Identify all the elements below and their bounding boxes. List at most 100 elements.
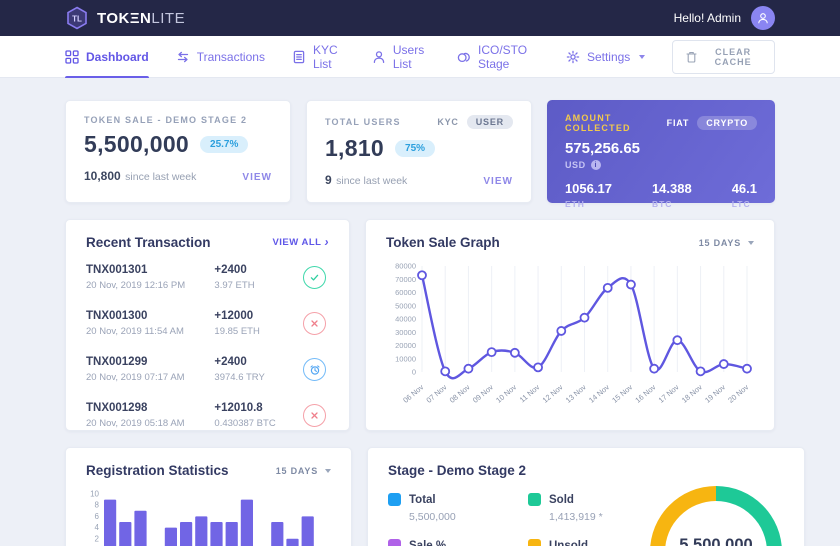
stats-row: TOKEN SALE - DEMO STAGE 2 5,500,000 25.7… [65, 100, 775, 203]
table-row[interactable]: TNX001298 20 Nov, 2019 05:18 AM +12010.8… [86, 392, 329, 438]
legend-swatch-sold [528, 493, 541, 506]
svg-text:18 Nov: 18 Nov [680, 382, 704, 404]
legend-swatch-sale-pct [388, 539, 401, 546]
user-icon [372, 50, 386, 64]
clear-cache-button[interactable]: CLEAR CACHE [672, 40, 775, 74]
middle-row: Recent Transaction VIEW ALL TNX001301 20… [65, 219, 775, 431]
svg-text:6: 6 [95, 512, 100, 521]
status-rejected-icon[interactable] [303, 312, 326, 335]
user-toggle[interactable]: USER [467, 115, 513, 129]
tab-label: Dashboard [86, 50, 149, 64]
status-rejected-icon[interactable] [303, 404, 326, 427]
view-all-label: VIEW ALL [272, 237, 321, 248]
svg-text:07 Nov: 07 Nov [425, 382, 449, 404]
person-icon [756, 11, 770, 25]
tab-label: Settings [587, 50, 630, 64]
tab-dashboard[interactable]: Dashboard [65, 36, 149, 77]
range-dropdown[interactable]: 15 DAYS [699, 238, 754, 248]
crypto-value: 46.1 [732, 181, 757, 196]
tx-id: TNX001301 [86, 264, 214, 276]
avatar[interactable] [751, 6, 775, 30]
legend-swatch-unsold [528, 539, 541, 546]
range-dropdown[interactable]: 15 DAYS [276, 466, 331, 476]
svg-text:09 Nov: 09 Nov [471, 382, 495, 404]
swap-arrows-icon [176, 50, 190, 64]
tx-amount: +12010.8 [214, 402, 303, 414]
tab-transactions[interactable]: Transactions [176, 36, 265, 77]
dashboard-content: TOKEN SALE - DEMO STAGE 2 5,500,000 25.7… [0, 78, 840, 546]
legend-item: Sale % 25.7% Sold [388, 539, 510, 546]
card-title: Recent Transaction [86, 235, 211, 250]
card-label: TOKEN SALE - DEMO STAGE 2 [84, 115, 247, 125]
table-row[interactable]: TNX001300 20 Nov, 2019 11:54 AM +12000 1… [86, 300, 329, 346]
svg-text:80000: 80000 [395, 262, 416, 271]
crypto-amount: 1056.17 ETH [565, 181, 612, 209]
tx-date: 20 Nov, 2019 11:54 AM [86, 326, 214, 337]
svg-text:08 Nov: 08 Nov [448, 382, 472, 404]
status-pending-clock-icon[interactable] [303, 358, 326, 381]
crypto-value: 1056.17 [565, 181, 612, 196]
coins-icon [457, 50, 471, 64]
crypto-amount: 14.388 BTC [652, 181, 692, 209]
info-icon[interactable] [591, 160, 601, 170]
tab-ico-sto-stage[interactable]: ICO/STO Stage [457, 36, 539, 77]
view-link[interactable]: VIEW [483, 176, 513, 187]
delta-note: since last week [125, 171, 196, 183]
view-link[interactable]: VIEW [242, 172, 272, 183]
total-users-card: TOTAL USERS KYC USER 1,810 75% 9 since l… [306, 100, 532, 203]
card-title: Registration Statistics [86, 463, 229, 478]
legend-label: Sold [549, 494, 574, 506]
svg-text:8: 8 [95, 501, 100, 510]
token-sale-card: TOKEN SALE - DEMO STAGE 2 5,500,000 25.7… [65, 100, 291, 203]
svg-text:TL: TL [72, 15, 82, 24]
chevron-right-icon [325, 236, 330, 249]
legend-item: Unsold 4,086,082 [528, 539, 650, 546]
brand-logo[interactable]: TL TOKΞNLITE [65, 6, 185, 30]
svg-text:16 Nov: 16 Nov [633, 382, 657, 404]
kyc-toggle[interactable]: KYC [437, 117, 458, 127]
legend-value: 1,413,919 * [549, 511, 650, 523]
svg-text:11 Nov: 11 Nov [518, 382, 542, 404]
table-row[interactable]: TNX001301 20 Nov, 2019 12:16 PM +2400 3.… [86, 254, 329, 300]
tx-currency: 19.85 ETH [214, 326, 303, 337]
card-title: Stage - Demo Stage 2 [388, 463, 526, 478]
svg-text:17 Nov: 17 Nov [657, 382, 681, 404]
status-confirmed-icon[interactable] [303, 266, 326, 289]
tx-date: 20 Nov, 2019 07:17 AM [86, 372, 214, 383]
svg-text:19 Nov: 19 Nov [703, 382, 727, 404]
token-sale-line-chart: 0100002000030000400005000060000700008000… [386, 258, 753, 424]
tx-currency: 3974.6 TRY [214, 372, 303, 383]
crypto-unit: LTC [732, 199, 757, 209]
svg-text:20000: 20000 [395, 341, 416, 350]
tx-amount: +2400 [214, 356, 303, 368]
fiat-toggle[interactable]: FIAT [667, 118, 690, 128]
tab-settings[interactable]: Settings [566, 36, 645, 77]
recent-transactions-card: Recent Transaction VIEW ALL TNX001301 20… [65, 219, 350, 431]
view-all-link[interactable]: VIEW ALL [272, 236, 329, 249]
card-label: TOTAL USERS [325, 117, 401, 127]
amount-value: 575,256.65 [565, 140, 757, 157]
svg-text:40000: 40000 [395, 315, 416, 324]
svg-text:06 Nov: 06 Nov [401, 382, 425, 404]
stage-summary-card: Stage - Demo Stage 2 Total 5,500,000 Sol… [367, 447, 805, 546]
tx-currency: 0.430387 BTC [214, 418, 303, 429]
card-label: AMOUNT COLLECTED [565, 113, 667, 133]
trash-icon [686, 51, 697, 63]
tab-kyc-list[interactable]: KYC List [292, 36, 345, 77]
crypto-toggle[interactable]: CRYPTO [697, 116, 757, 130]
bottom-row: Registration Statistics 15 DAYS 108642 S… [65, 447, 775, 546]
table-row[interactable]: TNX001299 20 Nov, 2019 07:17 AM +2400 39… [86, 346, 329, 392]
legend-item: Sold 1,413,919 * [528, 493, 650, 523]
tab-users-list[interactable]: Users List [372, 36, 430, 77]
stage-donut-chart: 5,500,000 TLE [650, 486, 782, 546]
document-list-icon [292, 50, 306, 64]
user-menu: Hello! Admin [674, 6, 775, 30]
donut-center-value: 5,500,000 [679, 536, 752, 546]
delta-value: 9 [325, 173, 332, 187]
tx-date: 20 Nov, 2019 12:16 PM [86, 280, 214, 291]
svg-text:4: 4 [95, 523, 100, 532]
delta-note: since last week [336, 175, 407, 187]
registration-bar-chart: 108642 [86, 486, 331, 546]
svg-text:12 Nov: 12 Nov [541, 382, 565, 404]
svg-text:30000: 30000 [395, 328, 416, 337]
